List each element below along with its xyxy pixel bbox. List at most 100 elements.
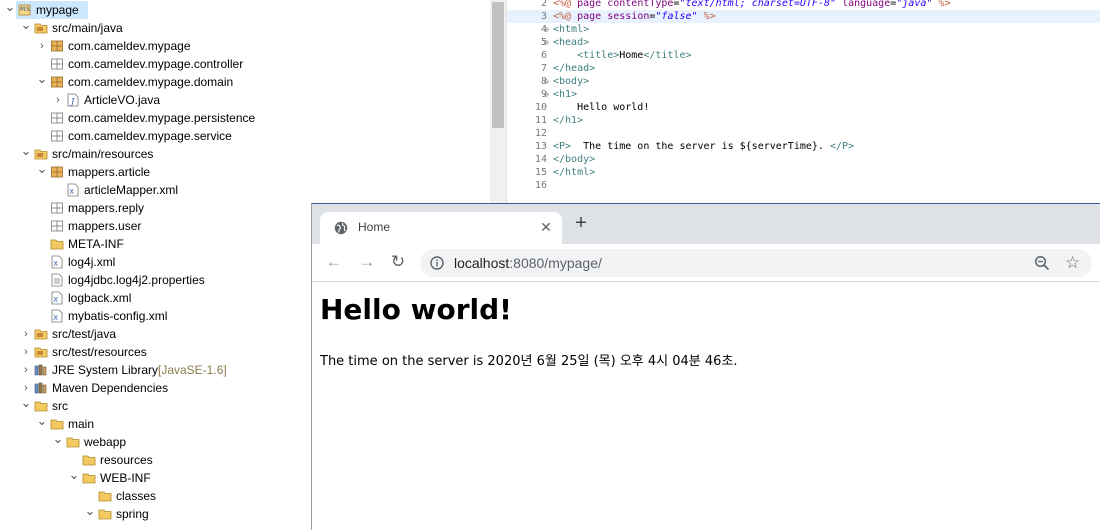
package-icon xyxy=(50,39,64,53)
tree-item-label: ArticleVO.java xyxy=(84,93,161,107)
tree-item[interactable]: › J ArticleVO.java xyxy=(0,91,490,109)
chevron-down-icon[interactable]: ⌄ xyxy=(20,394,32,412)
code-text: </head> xyxy=(553,63,596,74)
code-line[interactable]: 9 ⊖ <h1> xyxy=(507,88,1100,101)
code-line[interactable]: 7 </head> xyxy=(507,62,1100,75)
code-line[interactable]: 14 </body> xyxy=(507,153,1100,166)
chevron-down-icon[interactable]: ⌄ xyxy=(36,412,48,430)
tree-item[interactable]: XarticleMapper.xml xyxy=(0,181,490,199)
code-line[interactable]: 4 ⊖ <html> xyxy=(507,23,1100,36)
chevron-down-icon[interactable]: ⌄ xyxy=(68,466,80,484)
tree-item[interactable]: com.cameldev.mypage.persistence xyxy=(0,109,490,127)
address-bar[interactable]: localhost:8080/mypage/ ☆ xyxy=(420,249,1092,277)
tree-item-label: WEB-INF xyxy=(100,471,151,485)
tree-item-label: mappers.user xyxy=(68,219,142,233)
empty-package-icon xyxy=(50,111,64,125)
line-number: 10 xyxy=(534,102,547,113)
tree-item-label: src/test/java xyxy=(52,327,117,341)
line-number: 6 xyxy=(540,50,547,61)
bookmark-star-icon[interactable]: ☆ xyxy=(1065,254,1080,271)
code-line[interactable]: 10 Hello world! xyxy=(507,101,1100,114)
tree-item[interactable]: ⌄ M Smypage xyxy=(0,0,490,19)
code-line[interactable]: 12 xyxy=(507,127,1100,140)
tree-item[interactable]: ⌄ src/main/resources xyxy=(0,142,490,163)
folder-icon xyxy=(66,435,80,449)
svg-text:M: M xyxy=(20,6,25,13)
reload-button[interactable]: ↻ xyxy=(388,253,408,271)
code-line[interactable]: 11 </h1> xyxy=(507,114,1100,127)
tree-item-label: Maven Dependencies xyxy=(52,381,169,395)
fold-toggle-icon[interactable]: ⊖ xyxy=(544,75,552,88)
xml-file-icon: X xyxy=(50,309,64,323)
empty-package-icon xyxy=(50,57,64,71)
code-line[interactable]: 5 ⊖ <head> xyxy=(507,36,1100,49)
fold-toggle-icon[interactable]: ⊖ xyxy=(544,36,552,49)
chevron-right-icon[interactable]: › xyxy=(52,91,64,109)
chevron-right-icon[interactable]: › xyxy=(36,37,48,55)
forward-button[interactable]: → xyxy=(357,253,377,271)
chevron-down-icon[interactable]: ⌄ xyxy=(4,0,16,16)
tree-item-label: mypage xyxy=(36,3,79,17)
url-text[interactable]: localhost:8080/mypage/ xyxy=(454,255,602,271)
jsp-code-editor[interactable]: 2 <%@ page contentType="text/html; charse… xyxy=(506,0,1100,205)
source-folder-icon xyxy=(34,327,48,341)
code-line[interactable]: 13 <P> The time on the server is ${server… xyxy=(507,140,1100,153)
tree-item-label: webapp xyxy=(84,435,127,449)
code-line[interactable]: 6 <title>Home</title> xyxy=(507,49,1100,62)
chevron-down-icon[interactable]: ⌄ xyxy=(20,16,32,34)
tree-item-label: mybatis-config.xml xyxy=(68,309,168,323)
page-content: Hello world! The time on the server is 2… xyxy=(312,283,1100,530)
tree-item-label: articleMapper.xml xyxy=(84,183,179,197)
tab-strip: Home ✕ + xyxy=(312,204,1100,244)
file-icon xyxy=(50,273,64,287)
svg-text:X: X xyxy=(69,188,74,196)
code-text: </html> xyxy=(553,167,596,178)
fold-toggle-icon[interactable]: ⊖ xyxy=(544,23,552,36)
new-tab-button[interactable]: + xyxy=(570,213,592,233)
chevron-right-icon[interactable]: › xyxy=(20,361,32,379)
chevron-down-icon[interactable]: ⌄ xyxy=(52,430,64,448)
tree-item-label: mappers.article xyxy=(68,165,151,179)
empty-package-icon xyxy=(50,129,64,143)
tree-item[interactable]: com.cameldev.mypage.service xyxy=(0,127,490,145)
chevron-down-icon[interactable]: ⌄ xyxy=(36,160,48,178)
tree-item-label: classes xyxy=(116,489,157,503)
back-button[interactable]: ← xyxy=(324,253,344,271)
svg-text:X: X xyxy=(53,314,58,322)
fold-toggle-icon[interactable]: ⊖ xyxy=(544,88,552,101)
close-icon[interactable]: ✕ xyxy=(538,219,554,236)
code-line[interactable]: 16 xyxy=(507,179,1100,192)
code-line[interactable]: 15 </html> xyxy=(507,166,1100,179)
folder-icon xyxy=(82,471,96,485)
code-text: <%@ page contentType="text/html; charset… xyxy=(553,0,951,9)
chevron-down-icon[interactable]: ⌄ xyxy=(36,70,48,88)
code-line[interactable]: 2 <%@ page contentType="text/html; charse… xyxy=(507,0,1100,10)
tree-item-label: com.cameldev.mypage.domain xyxy=(68,75,234,89)
info-icon[interactable] xyxy=(430,256,444,270)
tree-item[interactable]: ⌄ src/main/java xyxy=(0,16,490,37)
server-time-paragraph: The time on the server is 2020년 6월 25일 (… xyxy=(320,354,738,369)
tab-home[interactable]: Home ✕ xyxy=(320,212,562,244)
tree-item[interactable]: ⌄ mappers.article xyxy=(0,160,490,181)
tree-scrollbar-thumb[interactable] xyxy=(492,2,504,128)
tree-item-label: logback.xml xyxy=(68,291,132,305)
tree-item-label: log4jdbc.log4j2.properties xyxy=(68,273,205,287)
tree-item[interactable]: com.cameldev.mypage.controller xyxy=(0,55,490,73)
code-text: <head> xyxy=(553,37,590,48)
tree-item[interactable]: › com.cameldev.mypage xyxy=(0,37,490,55)
code-text: <html> xyxy=(553,24,590,35)
browser-window: Home ✕ + ← → ↻ localhost:8080/mypage/ ☆ … xyxy=(311,203,1100,530)
tree-item[interactable]: ⌄ com.cameldev.mypage.domain xyxy=(0,70,490,91)
zoom-icon[interactable] xyxy=(1034,255,1050,271)
chevron-down-icon[interactable]: ⌄ xyxy=(20,142,32,160)
line-number: 3 xyxy=(540,11,547,22)
chevron-down-icon[interactable]: ⌄ xyxy=(84,502,96,520)
code-line[interactable]: 8 ⊖ <body> xyxy=(507,75,1100,88)
chevron-right-icon[interactable]: › xyxy=(20,343,32,361)
folder-icon xyxy=(98,507,112,521)
code-line[interactable]: 3 <%@ page session="false" %> xyxy=(507,10,1100,23)
line-number: 7 xyxy=(540,63,547,74)
chevron-right-icon[interactable]: › xyxy=(20,325,32,343)
code-text: <title>Home</title> xyxy=(577,50,692,61)
line-number: 11 xyxy=(534,115,547,126)
